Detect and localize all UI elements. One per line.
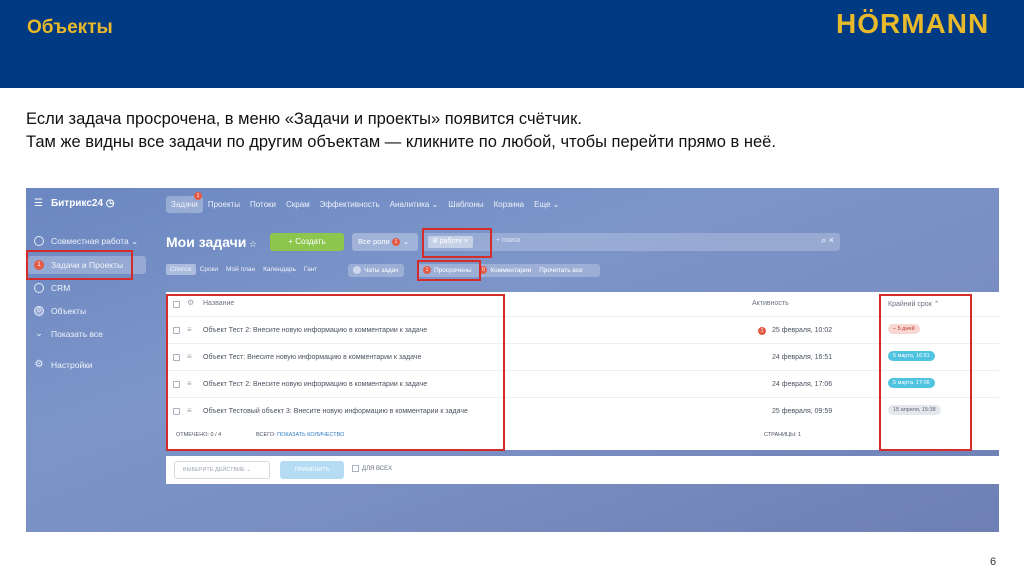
view-tab-gantt[interactable]: Гант: [300, 264, 321, 275]
tab-templates[interactable]: Шаблоны: [443, 196, 488, 213]
tasks-counter-badge: 1: [194, 192, 202, 200]
sidebar-item-label: Объекты: [51, 306, 87, 316]
apply-button[interactable]: ПРИМЕНИТЬ: [280, 461, 344, 479]
for-all-label: ДЛЯ ВСЕХ: [362, 466, 393, 473]
tab-trash[interactable]: Корзина: [489, 196, 529, 213]
chevron-down-icon: ⌄: [35, 328, 43, 338]
tab-efficiency[interactable]: Эффективность: [315, 196, 385, 213]
sidebar-item-settings[interactable]: ⚙ Настройки: [34, 356, 93, 374]
highlight-box-overdue: [417, 260, 481, 281]
sidebar-item-label: Настройки: [51, 360, 93, 370]
caption-line-2: Там же видны все задачи по другим объект…: [26, 133, 776, 151]
search-input[interactable]: + поиск: [496, 237, 520, 244]
roles-badge: 1: [391, 238, 400, 247]
tab-scrum[interactable]: Скрам: [281, 196, 315, 213]
overdue-badge: 1: [758, 327, 766, 335]
menu-icon[interactable]: ☰: [34, 198, 43, 209]
caption-line-1: Если задача просрочена, в меню «Задачи и…: [26, 110, 582, 128]
objects-icon: 0: [34, 306, 44, 316]
header-banner: Объекты HÖRMANN: [0, 0, 1024, 88]
view-tab-deadlines[interactable]: Сроки: [196, 264, 222, 275]
col-activity[interactable]: Активность: [752, 300, 789, 307]
chats-label: Чаты задач: [364, 267, 399, 274]
tab-flows[interactable]: Потоки: [245, 196, 281, 213]
bitrix-screenshot: ☰ Битрикс24 ◷ Совместная работа ⌄ 1 Задачи…: [26, 188, 999, 532]
checkbox-icon: [352, 465, 359, 472]
search-icon[interactable]: ⌕ ×: [821, 235, 834, 246]
sidebar-item-label: Показать все: [51, 329, 103, 339]
roles-label: Все роли: [358, 237, 390, 246]
tab-more[interactable]: Еще ⌄: [529, 196, 564, 213]
group-actions-bar: ВЫБЕРИТЕ ДЕЙСТВИЕ ⌄ ПРИМЕНИТЬ ДЛЯ ВСЕХ: [166, 456, 999, 484]
pages-label: СТРАНИЦЫ: 1: [764, 432, 802, 438]
select-action-label: ВЫБЕРИТЕ ДЕЙСТВИЕ: [183, 467, 245, 473]
highlight-box-tasks: [166, 294, 505, 451]
pin-icon[interactable]: ☆: [246, 239, 257, 249]
sidebar-item-crm[interactable]: CRM: [34, 279, 70, 297]
chevron-down-icon: ⌄: [128, 235, 139, 246]
gear-icon: ⚙: [34, 359, 44, 370]
chats-button[interactable]: Чаты задач: [348, 264, 404, 277]
view-tab-list[interactable]: Список: [166, 264, 196, 275]
highlight-box-deadline: [879, 294, 972, 451]
select-action-dropdown[interactable]: ВЫБЕРИТЕ ДЕЙСТВИЕ ⌄: [174, 461, 270, 479]
page-title-text: Мои задачи: [166, 234, 247, 250]
activity-time: 24 февраля, 16:51: [772, 354, 833, 361]
view-tab-calendar[interactable]: Календарь: [259, 264, 300, 275]
chevron-down-icon: ⌄: [246, 467, 251, 473]
chat-icon: [34, 236, 44, 246]
for-all-checkbox[interactable]: ДЛЯ ВСЕХ: [352, 465, 392, 472]
chat-icon: [353, 266, 361, 275]
hormann-logo: HÖRMANN: [836, 8, 990, 39]
slide: Объекты HÖRMANN Если задача просрочена, …: [0, 0, 1024, 574]
page-number: 6: [990, 556, 997, 568]
brand: ☰ Битрикс24 ◷: [34, 198, 115, 209]
create-button[interactable]: + Создать: [270, 233, 344, 251]
view-tab-plan[interactable]: Мой план: [222, 264, 259, 275]
sidebar-item-show-all[interactable]: ⌄ Показать все: [34, 325, 103, 343]
sidebar-item-label: CRM: [51, 283, 71, 293]
activity-time: 25 февраля, 09:59: [772, 408, 833, 415]
top-nav: Задачи Проекты Потоки Скрам Эффективност…: [166, 196, 564, 213]
clock-icon: ◷: [103, 198, 115, 209]
brand-label: Битрикс24: [50, 198, 104, 209]
comments-filter[interactable]: Комментарии: [490, 267, 531, 274]
roles-dropdown[interactable]: Все роли 1 ⌄: [352, 233, 418, 251]
activity-time: 24 февраля, 17:06: [772, 381, 833, 388]
chevron-down-icon: ⌄: [402, 237, 410, 246]
slide-title: Объекты: [27, 17, 113, 38]
sidebar-item-collab[interactable]: Совместная работа ⌄: [34, 232, 138, 250]
activity-time: 25 февраля, 10:02: [772, 327, 833, 334]
read-all-link[interactable]: Прочитать все: [539, 267, 583, 274]
crm-icon: [34, 283, 44, 293]
sidebar-item-objects[interactable]: 0 Объекты: [34, 302, 86, 320]
highlight-box-sidebar: [26, 250, 133, 280]
page-title: Мои задачи ☆: [166, 234, 257, 250]
tab-projects[interactable]: Проекты: [203, 196, 245, 213]
highlight-box-filter: [422, 228, 492, 258]
caption: Если задача просрочена, в меню «Задачи и…: [26, 108, 776, 154]
view-tabs: Список Сроки Мой план Календарь Гант: [166, 264, 321, 275]
sidebar-item-label: Совместная работа: [51, 236, 129, 246]
tab-analytics[interactable]: Аналитика ⌄: [385, 196, 444, 213]
